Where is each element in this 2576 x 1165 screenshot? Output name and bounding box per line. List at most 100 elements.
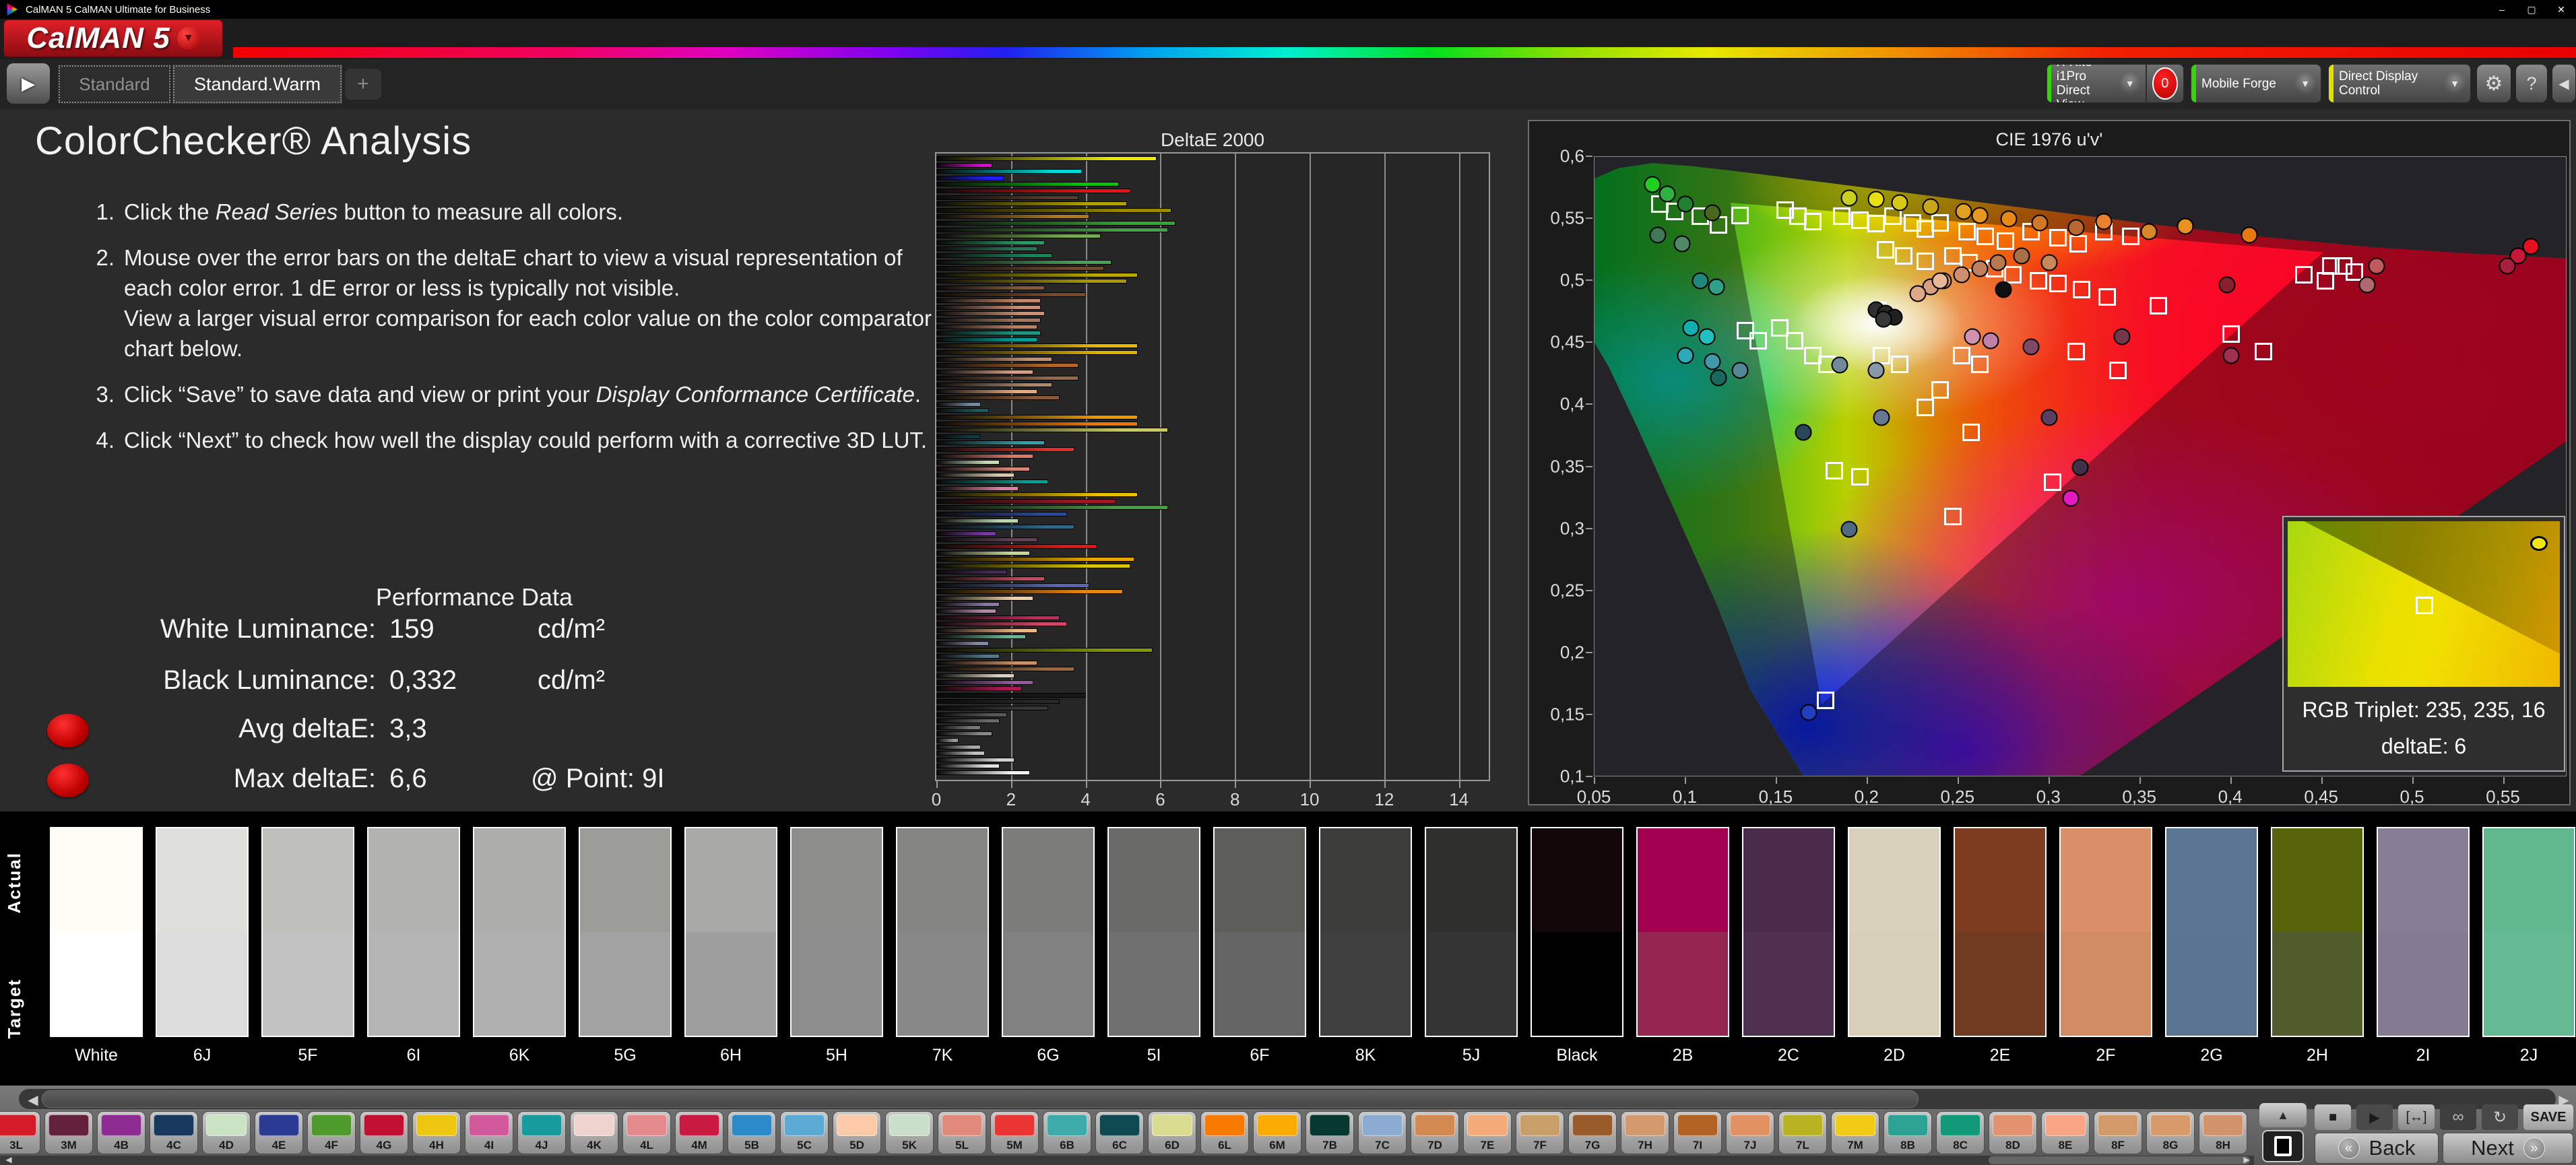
deltae-bar[interactable] <box>936 764 1000 769</box>
patch-button-8H[interactable]: 8H <box>2199 1111 2247 1154</box>
patch-button-6D[interactable]: 6D <box>1148 1111 1196 1154</box>
deltae-bar[interactable] <box>936 544 1097 549</box>
patch-button-4L[interactable]: 4L <box>622 1111 671 1154</box>
expand-up-button[interactable]: ▲ <box>2259 1103 2307 1127</box>
cie-measured-point[interactable] <box>2218 276 2236 294</box>
comparator-patch[interactable] <box>1848 827 1941 1037</box>
deltae-bar[interactable] <box>936 667 1074 672</box>
collapse-panel-button[interactable]: ◀ <box>2552 64 2576 103</box>
maximize-button[interactable]: ▢ <box>2517 0 2546 19</box>
cie-measured-point[interactable] <box>2067 219 2085 236</box>
cie-measured-point[interactable] <box>2022 338 2040 356</box>
deltae-bar[interactable] <box>936 259 1112 265</box>
deltae-bar[interactable] <box>936 195 1078 200</box>
cie-measured-point[interactable] <box>2062 490 2080 507</box>
cie-measured-point[interactable] <box>1931 272 1949 290</box>
deltae-bar[interactable] <box>936 434 981 439</box>
deltae-bar[interactable] <box>936 731 993 737</box>
deltae-bar[interactable] <box>936 589 1124 595</box>
patch-button-7D[interactable]: 7D <box>1411 1111 1459 1154</box>
deltae-bar[interactable] <box>936 628 1037 633</box>
cie-target-point[interactable] <box>1826 462 1844 480</box>
bottom-scrollbar-track[interactable] <box>0 1156 2254 1165</box>
cie-target-point[interactable] <box>1931 213 1949 232</box>
cie-measured-point[interactable] <box>1989 254 2007 271</box>
cie-target-point[interactable] <box>1876 241 1894 259</box>
patch-button-7G[interactable]: 7G <box>1568 1111 1617 1154</box>
deltae-bar[interactable] <box>936 609 996 613</box>
comparator-patch[interactable] <box>1636 827 1729 1037</box>
cie-measured-point[interactable] <box>2222 347 2240 364</box>
cie-target-point[interactable] <box>1917 399 1935 417</box>
meter-dropdown[interactable]: X-Rite i1ProDirect View ▼ 0 <box>2047 64 2184 103</box>
deltae-bar[interactable] <box>936 298 1041 304</box>
deltae-bar[interactable] <box>936 531 996 536</box>
patch-button-7I[interactable]: 7I <box>1673 1111 1722 1154</box>
cie-target-point[interactable] <box>2322 257 2340 275</box>
deltae-bar[interactable] <box>936 550 1030 556</box>
next-button[interactable]: Next » <box>2443 1133 2573 1164</box>
comparator-patch[interactable] <box>2059 827 2152 1037</box>
comparator-patch[interactable] <box>367 827 460 1037</box>
deltae-bar[interactable] <box>936 706 1049 710</box>
cie-measured-point[interactable] <box>2140 223 2158 240</box>
cie-measured-point[interactable] <box>2113 328 2131 345</box>
patch-button-5C[interactable]: 5C <box>780 1111 829 1154</box>
cie-target-point[interactable] <box>1851 468 1869 486</box>
deltae-bar[interactable] <box>936 221 1176 226</box>
cie-measured-point[interactable] <box>2000 210 2018 228</box>
patch-button-4H[interactable]: 4H <box>412 1111 461 1154</box>
deltae-bar[interactable] <box>936 279 1127 284</box>
comparator-patch[interactable] <box>50 827 143 1037</box>
comparator-patch[interactable] <box>2482 827 2575 1037</box>
cie-target-point[interactable] <box>1731 206 1749 224</box>
deltae-bar[interactable] <box>936 712 1008 717</box>
cie-measured-point[interactable] <box>2040 254 2058 271</box>
cie-measured-point[interactable] <box>1982 332 1999 350</box>
comparator-patch[interactable] <box>684 827 777 1037</box>
pattern-window-button[interactable] <box>2262 1130 2304 1162</box>
deltae-bar[interactable] <box>936 602 1000 607</box>
cie-measured-point[interactable] <box>1971 207 1989 224</box>
cie-measured-point[interactable] <box>1953 266 1970 284</box>
cie-measured-point[interactable] <box>2071 459 2089 475</box>
comparator-patch[interactable] <box>2271 827 2364 1037</box>
cie-target-point[interactable] <box>1851 211 1869 229</box>
cie-target-point[interactable] <box>2049 274 2067 292</box>
patch-button-7C[interactable]: 7C <box>1358 1111 1407 1154</box>
deltae-bar[interactable] <box>936 389 1037 394</box>
cie-measured-point[interactable] <box>1677 347 1694 364</box>
patch-button-7F[interactable]: 7F <box>1516 1111 1564 1154</box>
deltae-bar[interactable] <box>936 201 1127 207</box>
deltae-bar[interactable] <box>936 473 1015 478</box>
deltae-bar[interactable] <box>936 738 959 743</box>
patch-button-8C[interactable]: 8C <box>1936 1111 1985 1154</box>
comparator-patch[interactable] <box>1107 827 1200 1037</box>
deltae-bar[interactable] <box>936 634 1026 640</box>
comparator-patch[interactable] <box>790 827 883 1037</box>
deltae-bar[interactable] <box>936 557 1134 562</box>
patch-button-5B[interactable]: 5B <box>728 1111 776 1154</box>
cie-target-point[interactable] <box>1894 247 1912 265</box>
deltae-bar[interactable] <box>936 428 1168 433</box>
cie-target-point[interactable] <box>1943 508 1962 526</box>
cie-target-point[interactable] <box>1749 331 1767 350</box>
deltae-bar[interactable] <box>936 240 1045 245</box>
deltae-bar[interactable] <box>936 518 1019 523</box>
deltae-bar[interactable] <box>936 189 1131 193</box>
cie-measured-point[interactable] <box>1795 424 1812 441</box>
deltae-bar[interactable] <box>936 744 981 750</box>
deltae-bar[interactable] <box>936 447 1074 452</box>
patch-button-8G[interactable]: 8G <box>2146 1111 2195 1154</box>
patch-button-4B[interactable]: 4B <box>97 1111 146 1154</box>
back-button[interactable]: « Back <box>2315 1133 2439 1164</box>
deltae-bar[interactable] <box>936 622 1067 627</box>
comparator-patch[interactable] <box>1319 827 1412 1037</box>
read-series-button[interactable]: [↔] <box>2398 1104 2435 1130</box>
cie-measured-point[interactable] <box>1995 281 2012 298</box>
patch-button-6C[interactable]: 6C <box>1095 1111 1144 1154</box>
cie-target-point[interactable] <box>1943 247 1962 265</box>
tab-standard[interactable]: Standard <box>58 65 171 104</box>
comparator-patch[interactable] <box>156 827 249 1037</box>
comparator-patch[interactable] <box>1002 827 1095 1037</box>
